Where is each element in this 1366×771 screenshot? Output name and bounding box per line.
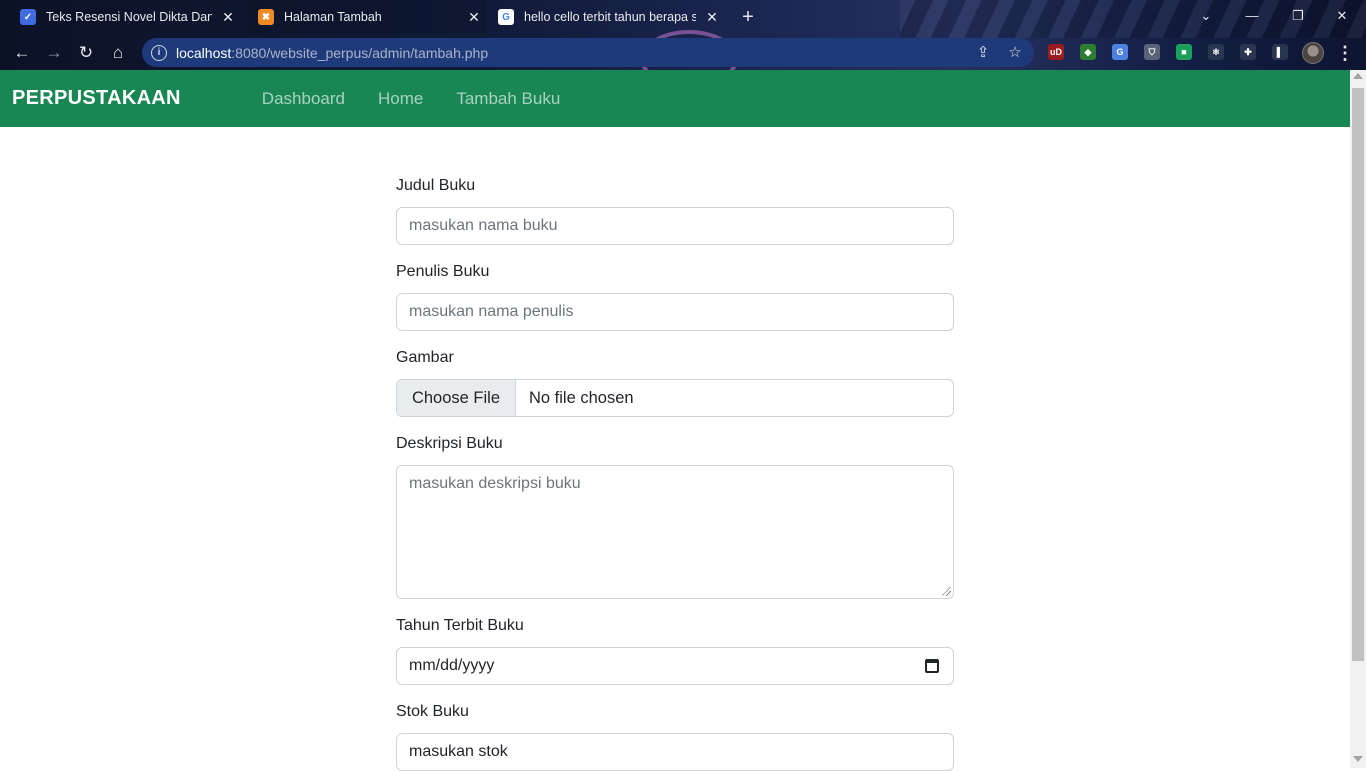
green-extension-icon[interactable]: ■ — [1176, 44, 1192, 60]
tab-search-chevron-icon[interactable]: ⌄ — [1186, 4, 1226, 28]
new-tab-button[interactable]: + — [738, 6, 758, 28]
google-translate-icon[interactable]: G — [1112, 44, 1128, 60]
deskripsi-textarea[interactable]: masukan deskripsi buku — [396, 465, 954, 599]
stok-label: Stok Buku — [396, 703, 469, 720]
tahun-label: Tahun Terbit Buku — [396, 617, 524, 634]
tab-strip: ✓ Teks Resensi Novel Dikta Dan Hukum ✕ ✖… — [0, 0, 1366, 36]
penulis-label: Penulis Buku — [396, 263, 490, 280]
restore-window-button[interactable]: ❐ — [1278, 4, 1318, 28]
xampp-favicon-icon: ✖ — [258, 9, 274, 25]
shield-extension-icon[interactable]: ⛉ — [1144, 44, 1160, 60]
minimize-window-button[interactable]: — — [1232, 4, 1272, 28]
nav-link-tambah-buku[interactable]: Tambah Buku — [456, 89, 560, 109]
site-info-icon[interactable]: i — [151, 44, 167, 61]
browser-menu-icon[interactable]: ⋮ — [1336, 42, 1354, 64]
extension-green-icon[interactable]: ◆ — [1080, 44, 1096, 60]
gambar-file-input[interactable]: Choose File No file chosen — [396, 379, 954, 417]
judul-placeholder: masukan nama buku — [409, 217, 558, 234]
nav-link-dashboard[interactable]: Dashboard — [262, 89, 345, 109]
close-window-button[interactable]: ✕ — [1322, 4, 1362, 28]
scrollbar-thumb[interactable] — [1352, 88, 1364, 661]
site-navbar: PERPUSTAKAAN Dashboard Home Tambah Buku — [0, 70, 1350, 127]
address-url[interactable]: localhost:8080/website_perpus/admin/tamb… — [176, 45, 488, 61]
share-icon[interactable]: ⇪ — [974, 44, 992, 62]
tab-close-icon[interactable]: ✕ — [220, 9, 236, 25]
browser-toolbar: ← → ↻ ⌂ i localhost:8080/website_perpus/… — [0, 36, 1366, 70]
tab-favicon-icon: ✓ — [20, 9, 36, 25]
deskripsi-placeholder: masukan deskripsi buku — [409, 475, 581, 492]
puzzle-extensions-icon[interactable]: ✚ — [1240, 44, 1256, 60]
navbar-brand[interactable]: PERPUSTAKAAN — [12, 87, 181, 110]
browser-tab-resensi[interactable]: ✓ Teks Resensi Novel Dikta Dan Hukum ✕ — [8, 0, 240, 34]
penulis-placeholder: masukan nama penulis — [409, 303, 574, 320]
judul-label: Judul Buku — [396, 177, 476, 194]
bookmark-star-icon[interactable]: ☆ — [1006, 44, 1024, 62]
browser-tab-google-search[interactable]: G hello cello terbit tahun berapa sih ✕ — [488, 0, 724, 34]
choose-file-button[interactable]: Choose File — [397, 380, 516, 416]
tahun-date-input[interactable]: mm/dd/yyyy — [396, 647, 954, 685]
address-bar[interactable]: i localhost:8080/website_perpus/admin/ta… — [142, 38, 1034, 67]
gambar-label: Gambar — [396, 349, 454, 366]
tab-title: Halaman Tambah — [284, 10, 382, 24]
back-arrow-icon[interactable]: ← — [8, 40, 36, 66]
penulis-input[interactable]: masukan nama penulis — [396, 293, 954, 331]
file-status-text: No file chosen — [529, 388, 634, 407]
deskripsi-label: Deskripsi Buku — [396, 435, 503, 452]
profile-avatar[interactable] — [1302, 42, 1324, 64]
tab-title: hello cello terbit tahun berapa sih — [524, 10, 696, 24]
stok-input[interactable]: masukan stok — [396, 733, 954, 771]
navbar-links: Dashboard Home Tambah Buku — [262, 89, 593, 109]
calendar-icon[interactable] — [925, 659, 939, 673]
date-format-text: mm/dd/yyyy — [409, 657, 495, 674]
react-devtools-icon[interactable]: ⚛ — [1208, 44, 1224, 60]
reload-icon[interactable]: ↻ — [72, 40, 100, 66]
stok-placeholder: masukan stok — [409, 743, 508, 760]
scroll-up-arrow-icon[interactable] — [1353, 73, 1363, 79]
tab-close-icon[interactable]: ✕ — [466, 9, 482, 25]
side-panel-icon[interactable]: ▌ — [1272, 44, 1288, 60]
home-icon[interactable]: ⌂ — [104, 40, 132, 66]
forward-arrow-icon[interactable]: → — [40, 40, 68, 66]
scroll-down-arrow-icon[interactable] — [1353, 756, 1363, 762]
google-favicon-icon: G — [498, 9, 514, 25]
url-path: :8080/website_perpus/admin/tambah.php — [231, 44, 489, 61]
ublock-origin-icon[interactable]: uD — [1048, 44, 1064, 60]
resize-grip-icon[interactable] — [942, 587, 951, 596]
tab-close-icon[interactable]: ✕ — [704, 9, 720, 25]
judul-input[interactable]: masukan nama buku — [396, 207, 954, 245]
nav-link-home[interactable]: Home — [378, 89, 423, 109]
tab-title: Teks Resensi Novel Dikta Dan Hukum — [46, 10, 212, 24]
url-host: localhost — [176, 44, 232, 61]
browser-tab-halaman-tambah[interactable]: ✖ Halaman Tambah ✕ — [248, 0, 486, 34]
